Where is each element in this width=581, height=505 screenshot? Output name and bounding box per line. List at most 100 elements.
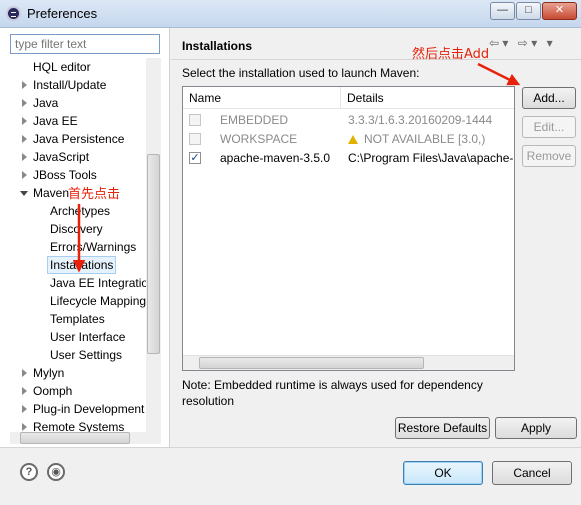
expand-right-triangle-icon[interactable]: [22, 387, 27, 395]
tree-item[interactable]: Errors/Warnings: [0, 238, 146, 256]
table-row[interactable]: ✓ apache-maven-3.5.0 C:\Program Files\Java…: [183, 149, 514, 167]
tree-item[interactable]: Java EE Integration: [0, 274, 146, 292]
tree-item[interactable]: Discovery: [0, 220, 146, 238]
annotation-then-click-add: 然后点击Add: [412, 47, 490, 62]
window-title: Preferences: [27, 6, 98, 21]
preferences-sidebar: HQL editor Install/Update Java Java EE Java …: [0, 28, 170, 447]
tree-item[interactable]: JBoss Tools: [0, 166, 146, 184]
warning-icon: [348, 135, 358, 144]
apply-button[interactable]: Apply: [495, 417, 577, 439]
ok-button[interactable]: OK: [403, 461, 483, 485]
expand-right-triangle-icon[interactable]: [22, 153, 27, 161]
installation-details-text: 3.3.3/1.6.3.20160209-1444: [348, 113, 493, 127]
tree-item-label: Java EE: [33, 114, 78, 128]
eclipse-icon: [6, 6, 21, 21]
expand-right-triangle-icon[interactable]: [22, 369, 27, 377]
column-header-details[interactable]: Details: [341, 87, 514, 109]
installation-details: NOT AVAILABLE [3.0,): [348, 130, 514, 148]
embedded-runtime-note: Note: Embedded runtime is always used fo…: [182, 378, 483, 408]
scroll-thumb[interactable]: [20, 432, 130, 444]
installation-details: C:\Program Files\Java\apache-m: [348, 149, 514, 167]
footer-divider: [0, 447, 581, 448]
tree-item-label: Archetypes: [50, 204, 111, 218]
tree-item[interactable]: Plug-in Development: [0, 400, 146, 418]
expand-right-triangle-icon[interactable]: [22, 117, 27, 125]
tree-item-label: Templates: [50, 312, 105, 326]
tree-item-label: Oomph: [33, 384, 73, 398]
row-checkbox[interactable]: [189, 133, 201, 145]
row-checkbox[interactable]: [189, 114, 201, 126]
installation-details-text: C:\Program Files\Java\apache-m: [348, 151, 514, 165]
tree-item-label: Install/Update: [33, 78, 107, 92]
tree-item-label: Errors/Warnings: [50, 240, 137, 254]
tree-item-label: Maven: [33, 186, 70, 200]
annotation-first-click: 首先点击: [68, 187, 121, 202]
minimize-button[interactable]: —: [490, 2, 515, 20]
filter-input[interactable]: [10, 34, 160, 54]
installation-details-text: NOT AVAILABLE [3.0,): [364, 132, 486, 146]
table-row[interactable]: EMBEDDED 3.3.3/1.6.3.20160209-1444: [183, 111, 514, 129]
back-arrow-icon[interactable]: ⇦: [489, 36, 499, 50]
help-icon[interactable]: ?: [20, 463, 38, 481]
close-button[interactable]: ✕: [542, 2, 577, 20]
view-menu-icon[interactable]: ▾: [547, 36, 553, 50]
forward-arrow-icon[interactable]: ⇨: [518, 36, 528, 50]
tree-item[interactable]: User Interface: [0, 328, 146, 346]
tree-item[interactable]: Remote Systems: [0, 418, 146, 432]
tree-item[interactable]: Lifecycle Mappings: [0, 292, 146, 310]
tree-item[interactable]: Install/Update: [0, 76, 146, 94]
tree-item[interactable]: Installations: [0, 256, 146, 274]
installation-details: 3.3.3/1.6.3.20160209-1444: [348, 111, 514, 129]
preferences-tree: HQL editor Install/Update Java Java EE Java …: [0, 58, 146, 432]
table-row[interactable]: WORKSPACE NOT AVAILABLE [3.0,): [183, 130, 514, 148]
tree-item-label: Lifecycle Mappings: [50, 294, 146, 308]
preference-page: Installations ⇦ ▾ ⇨ ▾ ▾ Select the insta…: [171, 28, 581, 447]
installation-name: apache-maven-3.5.0: [220, 151, 331, 165]
tree-item[interactable]: HQL editor: [0, 58, 146, 76]
navigation-arrows[interactable]: ⇦ ▾ ⇨ ▾ ▾: [489, 36, 553, 50]
tree-item-label: Installations: [47, 256, 117, 274]
sidebar-vertical-scrollbar[interactable]: [146, 58, 161, 432]
remove-button[interactable]: Remove: [522, 145, 576, 167]
tree-item[interactable]: Archetypes: [0, 202, 146, 220]
back-menu-chevron-icon[interactable]: ▾: [502, 36, 508, 50]
tree-item-label: User Interface: [50, 330, 126, 344]
tree-item[interactable]: Templates: [0, 310, 146, 328]
tree-item-label: Java: [33, 96, 59, 110]
scroll-thumb[interactable]: [147, 154, 160, 354]
expand-down-triangle-icon[interactable]: [20, 191, 28, 196]
tree-item-label: JavaScript: [33, 150, 90, 164]
tree-item-label: Java Persistence: [33, 132, 125, 146]
tree-item[interactable]: Oomph: [0, 382, 146, 400]
restore-defaults-button[interactable]: Restore Defaults: [395, 417, 490, 439]
tree-item-label: HQL editor: [33, 60, 91, 74]
tree-item[interactable]: Java: [0, 94, 146, 112]
tree-item[interactable]: Java Persistence: [0, 130, 146, 148]
divider: [171, 59, 581, 60]
expand-right-triangle-icon[interactable]: [22, 405, 27, 413]
installations-table: Name Details EMBEDDED 3.3.3/1.6.3.2016020…: [182, 86, 515, 371]
expand-right-triangle-icon[interactable]: [22, 171, 27, 179]
column-header-name[interactable]: Name: [183, 87, 341, 109]
cancel-button[interactable]: Cancel: [492, 461, 572, 485]
maximize-button[interactable]: □: [516, 2, 541, 20]
expand-right-triangle-icon[interactable]: [22, 135, 27, 143]
tree-item-label: Java EE Integration: [50, 276, 146, 290]
row-checkbox[interactable]: ✓: [189, 152, 201, 164]
tree-item[interactable]: Java EE: [0, 112, 146, 130]
import-export-icon[interactable]: ◉: [47, 463, 65, 481]
forward-menu-chevron-icon[interactable]: ▾: [531, 36, 537, 50]
tree-item[interactable]: User Settings: [0, 346, 146, 364]
expand-right-triangle-icon[interactable]: [22, 81, 27, 89]
add-button[interactable]: Add...: [522, 87, 576, 109]
sidebar-horizontal-scrollbar[interactable]: [10, 432, 161, 444]
installation-name: WORKSPACE: [220, 132, 298, 146]
edit-button[interactable]: Edit...: [522, 116, 576, 138]
expand-right-triangle-icon[interactable]: [22, 99, 27, 107]
tree-item[interactable]: JavaScript: [0, 148, 146, 166]
tree-item[interactable]: Mylyn: [0, 364, 146, 382]
tree-item-label: Discovery: [50, 222, 103, 236]
scroll-thumb[interactable]: [199, 357, 424, 369]
table-horizontal-scrollbar[interactable]: [183, 355, 514, 370]
expand-right-triangle-icon[interactable]: [22, 423, 27, 431]
